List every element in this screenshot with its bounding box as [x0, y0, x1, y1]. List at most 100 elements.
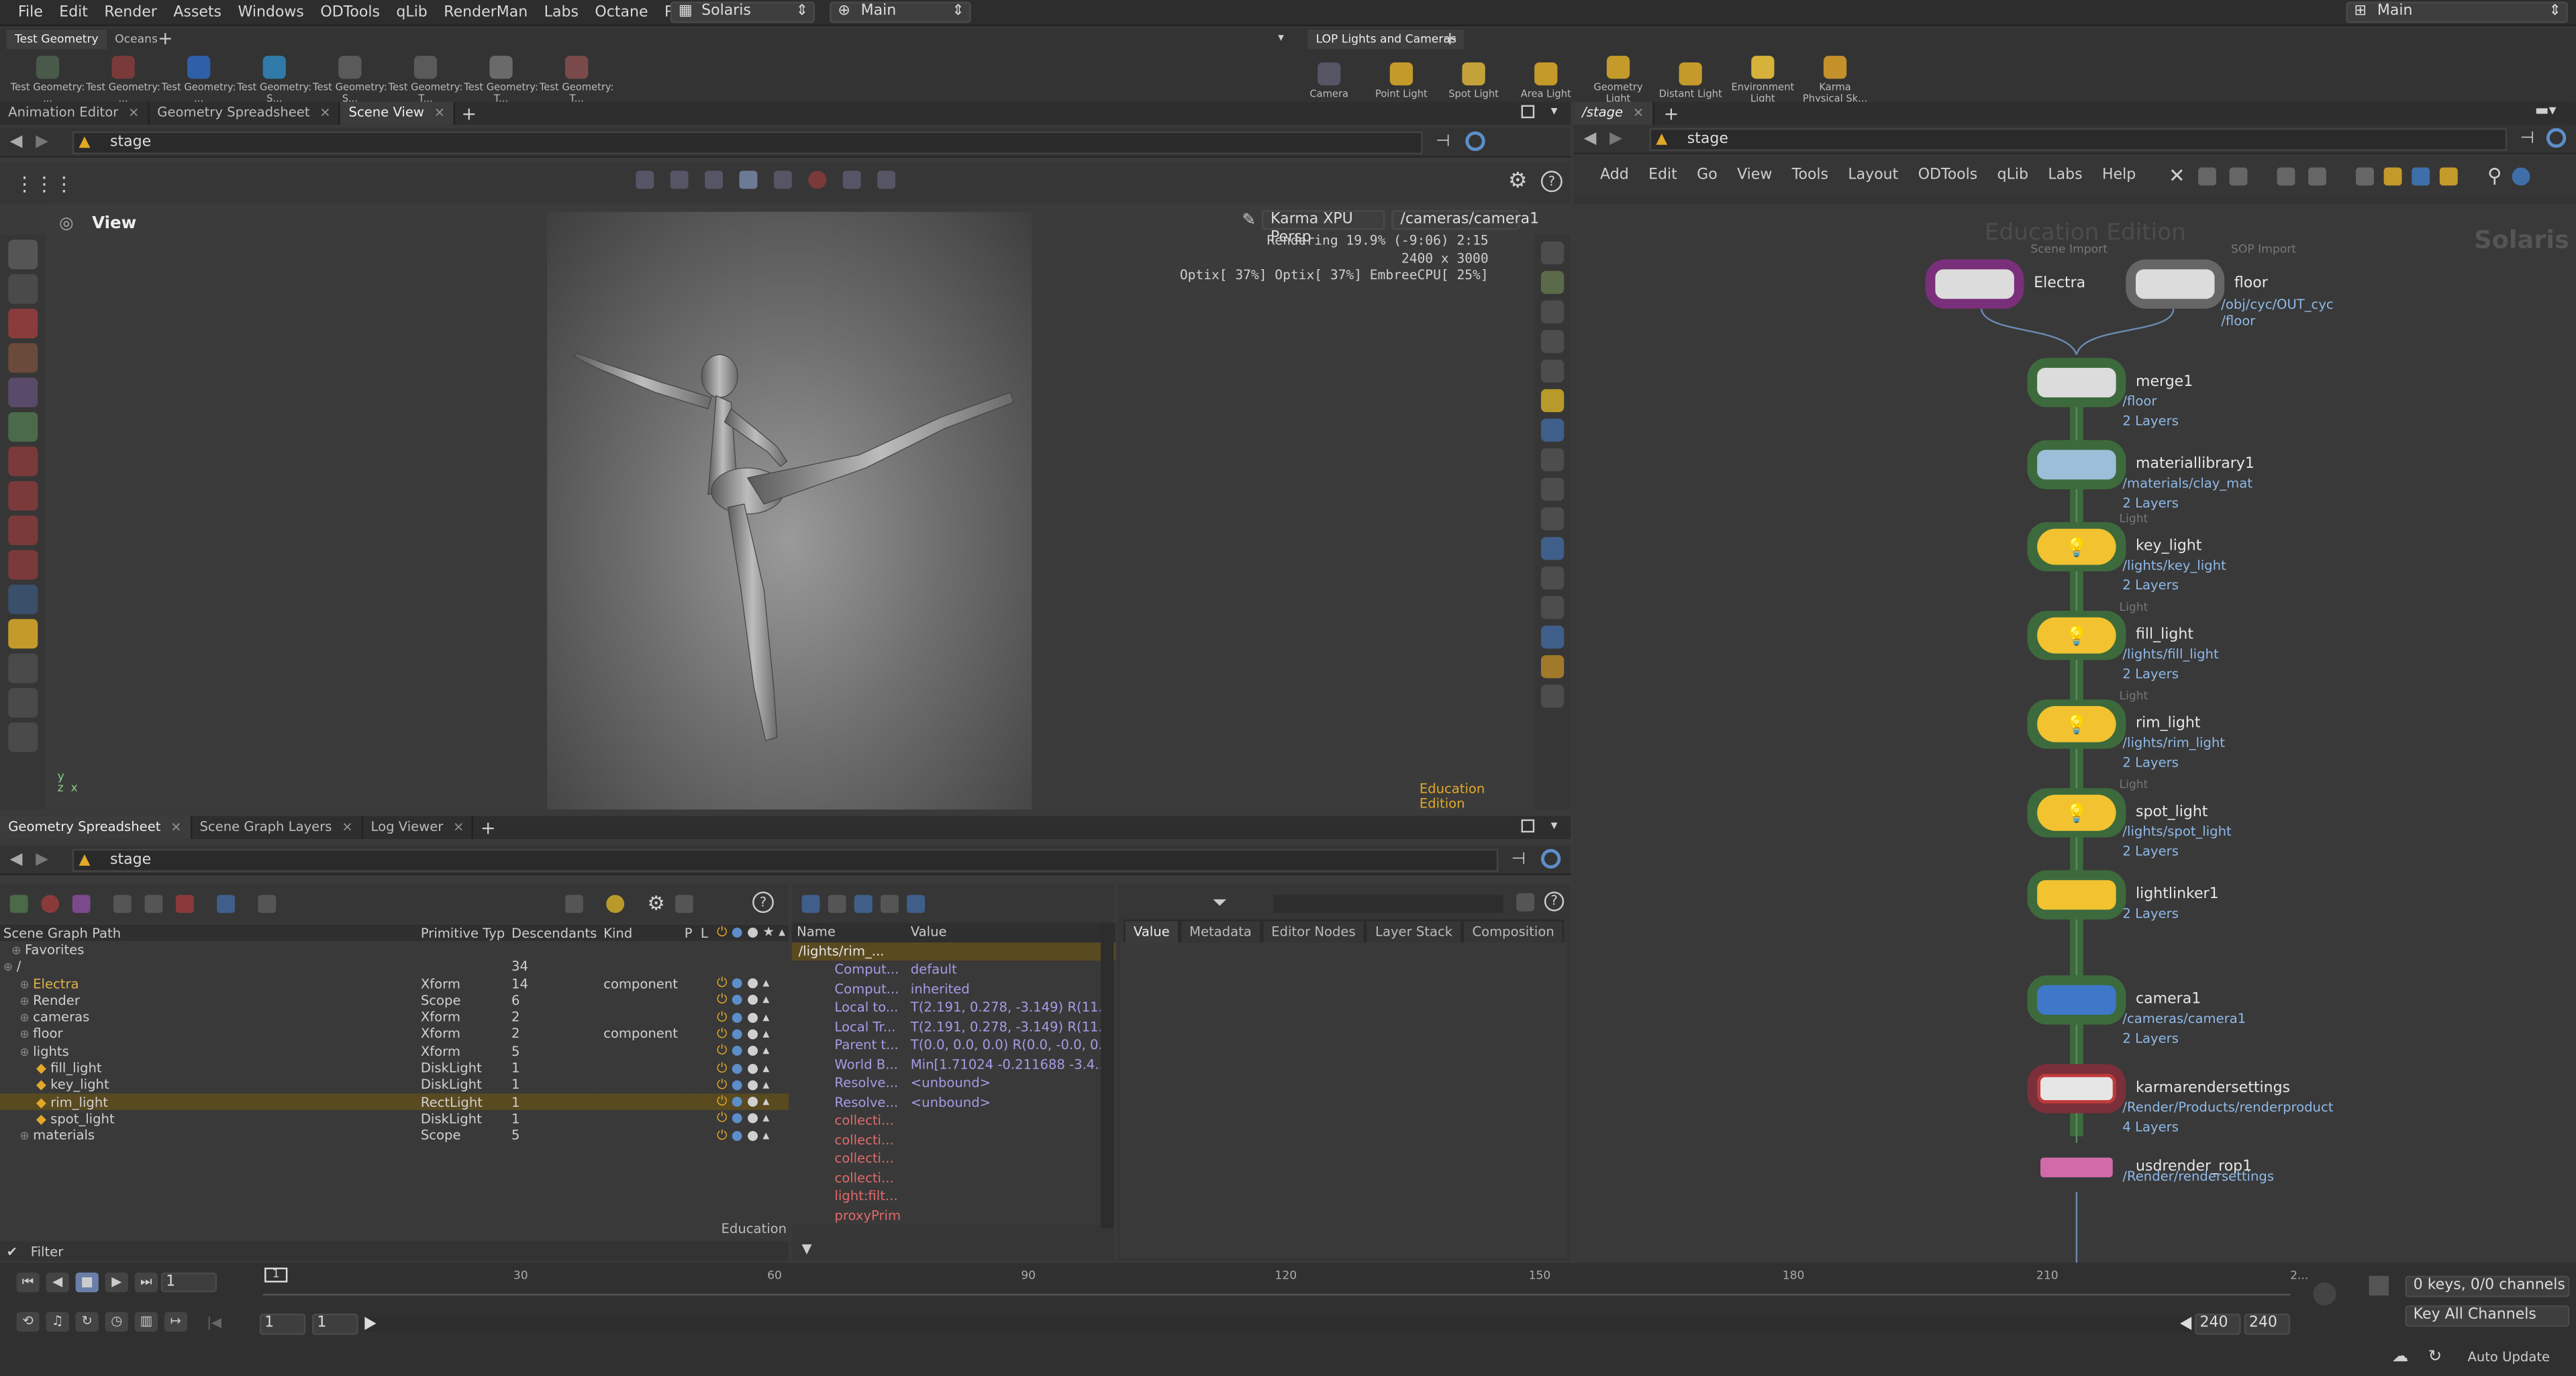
- ghost-icon[interactable]: [1540, 271, 1565, 294]
- attr-row[interactable]: Local to... T(2.191, 0.278, -3.149) R(11.…: [792, 998, 1116, 1017]
- close-tab-icon[interactable]: ×: [453, 820, 464, 834]
- tab-scene-graph-layers[interactable]: Scene Graph Layers ×: [191, 816, 363, 840]
- realtime-icon[interactable]: ⟲: [16, 1312, 40, 1332]
- net-image-icon[interactable]: [2412, 166, 2430, 185]
- tab-geometry-spreadsheet[interactable]: Geometry Spreadsheet ×: [0, 816, 192, 840]
- select-toggle-icon[interactable]: ● ▴: [747, 1043, 769, 1058]
- close-tab-icon[interactable]: ×: [170, 820, 181, 834]
- expand-icon[interactable]: ⊕: [19, 978, 33, 991]
- active-toggle-icon[interactable]: ⏻: [717, 992, 732, 1007]
- measure-tool-icon[interactable]: [8, 687, 38, 718]
- sheet-maximize-icon[interactable]: [1521, 819, 1535, 833]
- playhead[interactable]: 1: [264, 1267, 288, 1283]
- shelf-tool-1[interactable]: Test Geometry: ...: [85, 51, 161, 105]
- key-all-channels-button[interactable]: Key All Channels: [2405, 1305, 2570, 1327]
- select-toggle-icon[interactable]: ● ▴: [747, 992, 769, 1007]
- menu-octane[interactable]: Octane: [587, 0, 656, 26]
- menu-qlib[interactable]: qLib: [388, 0, 436, 26]
- menu-windows[interactable]: Windows: [230, 0, 312, 26]
- sg-gear-icon[interactable]: ⚙: [647, 891, 664, 914]
- rotate-tool-icon[interactable]: [8, 343, 38, 373]
- attr-list-icon[interactable]: [828, 894, 846, 912]
- guide-icon[interactable]: [1540, 626, 1565, 649]
- current-frame-field[interactable]: 1: [160, 1272, 217, 1293]
- select-toggle-icon[interactable]: ● ▴: [747, 975, 769, 990]
- node-name[interactable]: karmarendersettings: [2136, 1081, 2290, 1097]
- attr-row[interactable]: collecti...: [792, 1112, 1116, 1130]
- col-desc[interactable]: Descendants: [508, 924, 601, 942]
- net-menu-go[interactable]: Go: [1687, 168, 1727, 184]
- shelf-tool-7[interactable]: Test Geometry: T...: [539, 51, 615, 105]
- menu-odtools[interactable]: ODTools: [312, 0, 388, 26]
- lock-camera-icon[interactable]: [1540, 300, 1565, 324]
- shelf-tab-oceans[interactable]: Oceans: [107, 30, 166, 49]
- node-path[interactable]: /Render/Products/renderproduct: [2122, 1100, 2333, 1116]
- add-shelf-right-icon[interactable]: +: [1442, 30, 1458, 48]
- light-tool-icon[interactable]: [8, 619, 38, 649]
- filter-field[interactable]: Filter: [31, 1244, 63, 1259]
- karma-physical-sk-tool[interactable]: Karma Physical Sk...: [1799, 51, 1871, 105]
- point-light-tool[interactable]: Point Light: [1365, 56, 1438, 99]
- scene-viewport[interactable]: ◎ View ✎ Karma XPU Persp /cameras/camera…: [46, 203, 1539, 811]
- network-path-field[interactable]: ▲ stage: [1649, 128, 2508, 152]
- node-path[interactable]: /floor: [2122, 394, 2157, 410]
- table-row[interactable]: ⊕ Electra Xform 14 component ⏻ ● ● ▴: [0, 975, 789, 992]
- value-filter-field[interactable]: [1273, 895, 1503, 914]
- select-toggle-icon[interactable]: ● ▴: [747, 1010, 769, 1024]
- expand-icon[interactable]: ⊕: [19, 1012, 33, 1025]
- attr-row[interactable]: proxyPrim: [792, 1206, 1116, 1225]
- clock-icon[interactable]: ◷: [105, 1312, 128, 1332]
- attr-rows-icon[interactable]: [880, 894, 899, 912]
- camera-dropdown[interactable]: /cameras/camera1: [1392, 210, 1539, 230]
- refresh-icon[interactable]: ↻: [2428, 1348, 2442, 1366]
- visibility-toggle-icon[interactable]: ●: [732, 1094, 747, 1109]
- table-row[interactable]: ⊕ cameras Xform 2 ⏻ ● ● ▴: [0, 1009, 789, 1026]
- pan-icon[interactable]: [670, 170, 689, 189]
- viewer-path-field[interactable]: ▲ stage: [72, 131, 1423, 154]
- menu-render[interactable]: Render: [96, 0, 165, 26]
- node-name[interactable]: fill_light: [2136, 627, 2193, 643]
- net-menu-add[interactable]: Add: [1590, 168, 1638, 184]
- select-toggle-icon[interactable]: ● ▴: [747, 1060, 769, 1075]
- node-path[interactable]: /Render/rendersettings: [2122, 1169, 2274, 1185]
- range-slider[interactable]: [364, 1316, 2192, 1332]
- node-name[interactable]: Electra: [2034, 276, 2085, 292]
- attr-row[interactable]: World B... Min[1.71024 -0.211688 -3.4...: [792, 1055, 1116, 1074]
- attr-scrollbar[interactable]: [1100, 922, 1114, 1228]
- net-menu-edit[interactable]: Edit: [1638, 168, 1687, 184]
- add-sheet-tab-icon[interactable]: +: [481, 817, 496, 838]
- net-box-icon[interactable]: [2439, 166, 2458, 185]
- node-name[interactable]: rim_light: [2136, 716, 2200, 732]
- net-layout-icon[interactable]: [2308, 166, 2327, 185]
- area-light-tool[interactable]: Area Light: [1509, 56, 1582, 99]
- select-toggle-icon[interactable]: ● ▴: [747, 1026, 769, 1041]
- orbit-icon[interactable]: [636, 170, 654, 189]
- attr-col-value[interactable]: Value: [905, 923, 1116, 942]
- distant-light-tool[interactable]: Distant Light: [1654, 56, 1727, 99]
- shelf-tab-test-geometry[interactable]: Test Geometry: [6, 30, 107, 50]
- range-handle-left[interactable]: [364, 1316, 377, 1330]
- menu-labs[interactable]: Labs: [536, 0, 587, 26]
- tab-log-viewer[interactable]: Log Viewer ×: [362, 816, 475, 840]
- active-toggle-icon[interactable]: ⏻: [717, 1128, 732, 1142]
- net-menu-view[interactable]: View: [1727, 168, 1782, 184]
- table-row[interactable]: ◆ fill_light DiskLight 1 ⏻ ● ● ▴: [0, 1060, 789, 1077]
- maximize-icon[interactable]: [1521, 105, 1535, 119]
- sheet-menu-icon[interactable]: ▾: [1551, 818, 1558, 832]
- frame-ruler[interactable]: 30 60 90 120 150 180 210 2... 1: [262, 1267, 2308, 1296]
- view-settings-icon[interactable]: ◎: [59, 215, 73, 233]
- menu-assets[interactable]: Assets: [165, 0, 230, 26]
- snap-magnet-icon[interactable]: [8, 550, 38, 580]
- visibility-toggle-icon[interactable]: ●: [732, 1026, 747, 1041]
- select-toggle-icon[interactable]: ● ▴: [747, 1128, 769, 1142]
- sheet-forward-icon[interactable]: ▶: [36, 850, 48, 869]
- vr-icon[interactable]: [1540, 685, 1565, 708]
- net-menu-qlib[interactable]: qLib: [1987, 168, 2038, 184]
- tab-scene-view[interactable]: Scene View ×: [340, 101, 455, 125]
- net-search-icon[interactable]: ⚲: [2487, 164, 2502, 187]
- back-icon[interactable]: ◀: [10, 133, 23, 151]
- sg-doc-icon[interactable]: [675, 894, 693, 912]
- scale-tool-icon[interactable]: [8, 377, 38, 407]
- table-row[interactable]: ⊕ materials Scope 5 ⏻ ● ● ▴: [0, 1128, 789, 1144]
- active-toggle-icon[interactable]: ⏻: [717, 1043, 732, 1058]
